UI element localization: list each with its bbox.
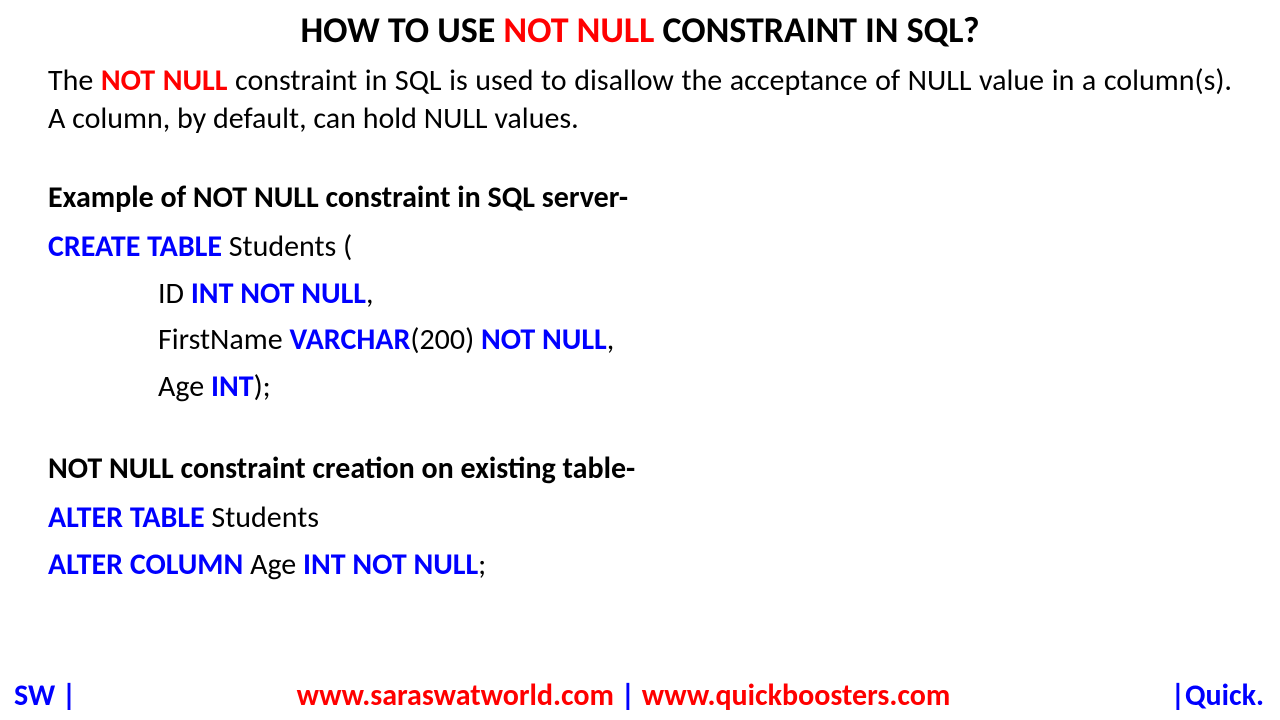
keyword-alter-column: ALTER COLUMN [48, 546, 243, 583]
footer-right: |Quick. [1171, 677, 1264, 714]
intro-paragraph: The NOT NULL constraint in SQL is used t… [48, 62, 1232, 137]
keyword-varchar: VARCHAR [289, 321, 410, 358]
code-text: ; [478, 546, 486, 583]
code-text: Students ( [222, 228, 352, 265]
section1-heading: Example of NOT NULL constraint in SQL se… [48, 179, 1232, 216]
footer-mid: www.saraswatworld.com | www.quickbooster… [297, 677, 951, 714]
keyword-create-table: CREATE TABLE [48, 228, 222, 265]
code-block-create: CREATE TABLE Students ( ID INT NOT NULL,… [48, 224, 1232, 410]
footer-sep: | [614, 677, 642, 714]
document-body: HOW TO USE NOT NULL CONSTRAINT IN SQL? T… [0, 0, 1280, 588]
code-text: , [366, 275, 374, 312]
footer-url1: www.saraswatworld.com [297, 677, 614, 714]
code-text: (200) [410, 321, 481, 358]
intro-t1: The [48, 62, 101, 99]
intro-highlight: NOT NULL [101, 62, 228, 99]
code-line: ID INT NOT NULL, [48, 271, 1232, 318]
section2-heading: NOT NULL constraint creation on existing… [48, 450, 1232, 487]
code-text: , [607, 321, 615, 358]
footer-url2: www.quickboosters.com [642, 677, 951, 714]
code-line: FirstName VARCHAR(200) NOT NULL, [48, 317, 1232, 364]
code-text: Age [243, 546, 303, 583]
code-block-alter: ALTER TABLE Students ALTER COLUMN Age IN… [48, 495, 1232, 588]
keyword-int: INT [211, 368, 254, 405]
code-text: ); [254, 368, 271, 405]
keyword-alter-table: ALTER TABLE [48, 499, 205, 536]
code-text: ID [158, 275, 191, 312]
title-pre: HOW TO USE [300, 8, 503, 52]
code-line: CREATE TABLE Students ( [48, 224, 1232, 271]
code-text: Age [158, 368, 211, 405]
title-highlight: NOT NULL [503, 8, 654, 52]
code-text: Students [205, 499, 319, 536]
title-post: CONSTRAINT IN SQL? [654, 8, 979, 52]
footer-left: SW | [14, 677, 76, 714]
code-line: ALTER TABLE Students [48, 495, 1232, 542]
page-title: HOW TO USE NOT NULL CONSTRAINT IN SQL? [48, 8, 1232, 52]
keyword-int-notnull: INT NOT NULL [303, 546, 478, 583]
code-text: FirstName [158, 321, 289, 358]
keyword-notnull: NOT NULL [481, 321, 607, 358]
keyword-int-notnull: INT NOT NULL [191, 275, 366, 312]
code-line: ALTER COLUMN Age INT NOT NULL; [48, 542, 1232, 589]
code-line: Age INT); [48, 364, 1232, 411]
footer: SW | www.saraswatworld.com | www.quickbo… [0, 677, 1280, 714]
